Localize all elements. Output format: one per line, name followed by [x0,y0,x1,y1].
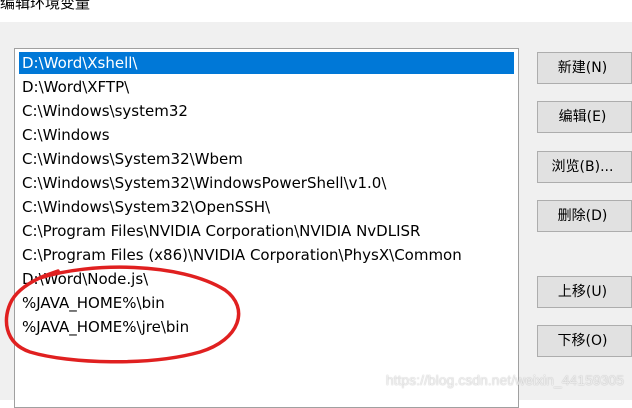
new-button[interactable]: 新建(N) [537,52,632,84]
move-up-button[interactable]: 上移(U) [537,276,632,308]
path-list-item[interactable]: D:\Word\Node.js\ [19,268,514,290]
browse-button[interactable]: 浏览(B)... [537,151,632,183]
path-list-item[interactable]: D:\Word\Xshell\ [19,52,514,74]
edit-button[interactable]: 编辑(E) [537,101,632,133]
path-list-item[interactable]: %JAVA_HOME%\bin [19,292,514,314]
path-list-item[interactable]: C:\Windows\System32\WindowsPowerShell\v1… [19,172,514,194]
path-list-item[interactable]: C:\Windows\System32\OpenSSH\ [19,196,514,218]
path-list-item[interactable]: %JAVA_HOME%\jre\bin [19,316,514,338]
move-down-button[interactable]: 下移(O) [537,325,632,357]
path-list-item[interactable]: C:\Windows\system32 [19,100,514,122]
path-list-item[interactable]: C:\Program Files\NVIDIA Corporation\NVID… [19,220,514,242]
path-list-item[interactable]: C:\Program Files (x86)\NVIDIA Corporatio… [19,244,514,266]
title-bar: 编辑环境变量 [0,0,632,22]
delete-button[interactable]: 删除(D) [537,200,632,232]
watermark: https://blog.csdn.net/weixin_44159305 [385,372,624,388]
window-title: 编辑环境变量 [0,0,91,12]
path-list-item[interactable]: C:\Windows [19,124,514,146]
path-list-item[interactable]: C:\Windows\System32\Wbem [19,148,514,170]
path-list-item[interactable]: D:\Word\XFTP\ [19,76,514,98]
path-list[interactable]: D:\Word\Xshell\ D:\Word\XFTP\ C:\Windows… [14,48,519,408]
